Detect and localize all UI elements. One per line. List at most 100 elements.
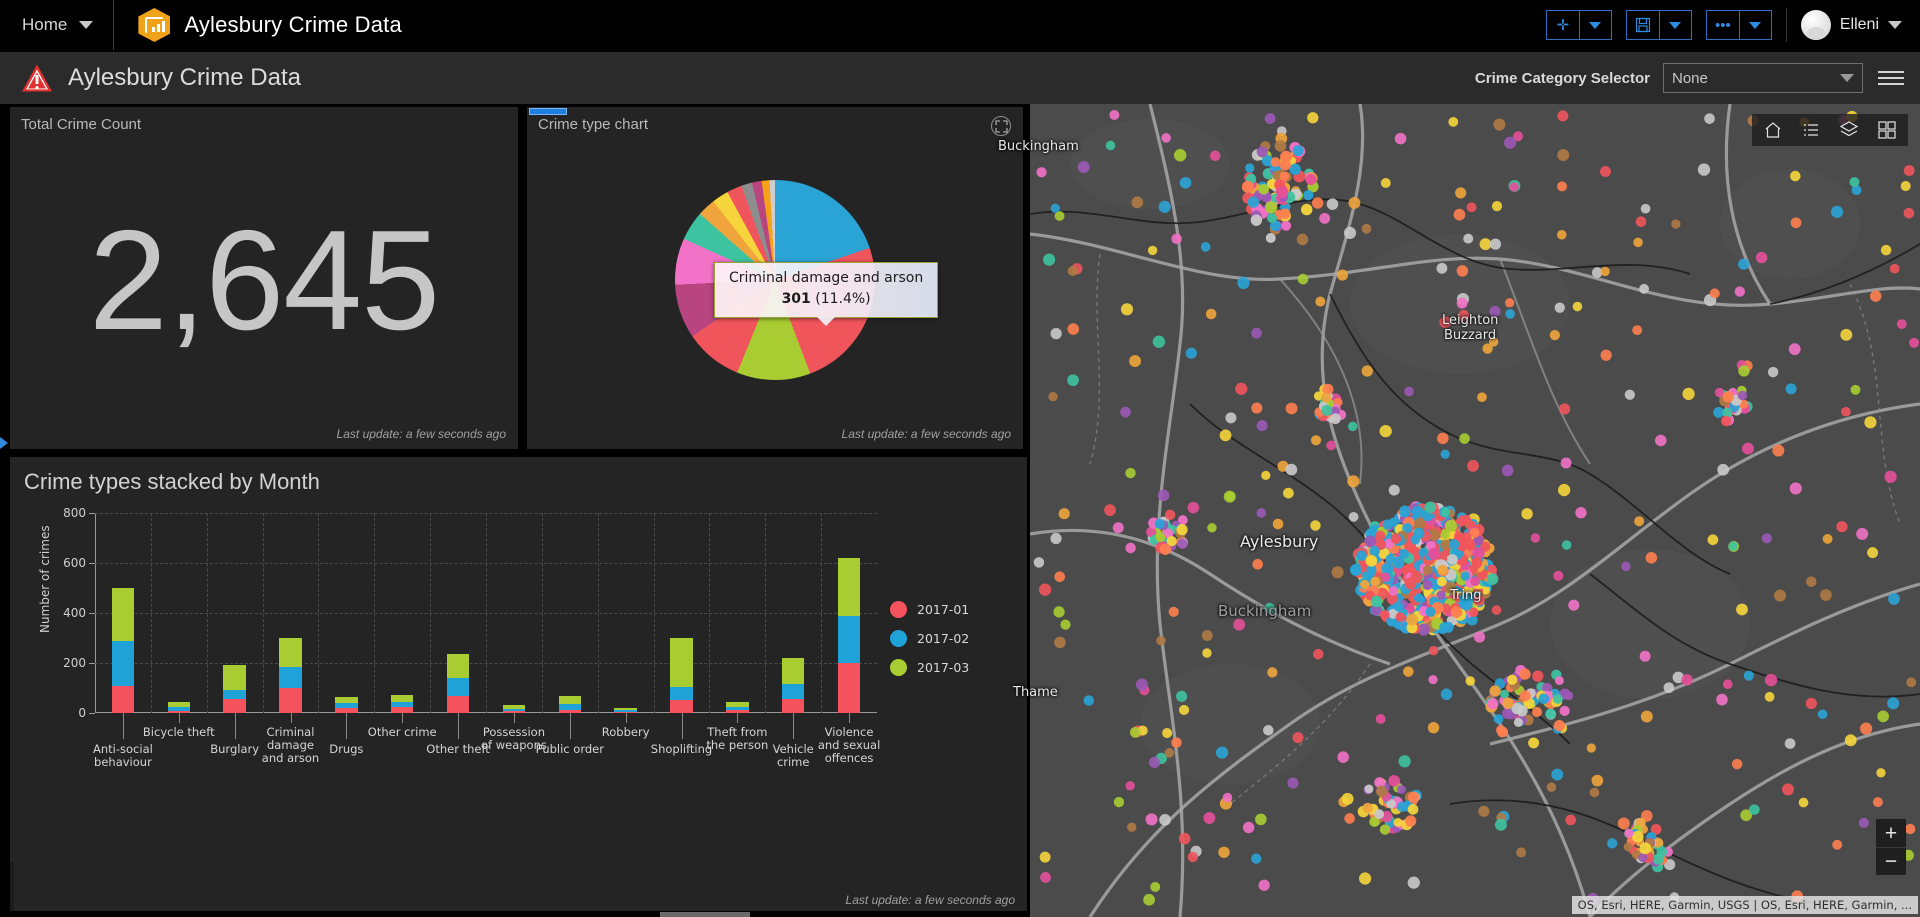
- bar-segment[interactable]: [223, 690, 245, 699]
- map-tool-bar[interactable]: [1752, 114, 1908, 146]
- crime-category-selector[interactable]: None: [1663, 63, 1863, 93]
- x-axis-label: Robbery: [590, 726, 662, 739]
- bar-stack[interactable]: [168, 702, 190, 713]
- user-name: Elleni: [1840, 16, 1879, 34]
- bar-stack[interactable]: [223, 665, 245, 713]
- add-button-group[interactable]: ✛: [1546, 10, 1612, 40]
- ellipsis-icon[interactable]: •••: [1707, 11, 1739, 39]
- total-crime-count-panel[interactable]: Total Crime Count 2,645 Last update: a f…: [10, 107, 518, 449]
- bar-segment[interactable]: [112, 588, 134, 641]
- gridline: [207, 513, 208, 713]
- bar-segment[interactable]: [223, 665, 245, 690]
- legend-item[interactable]: 2017-02: [890, 630, 969, 647]
- legend-item[interactable]: 2017-03: [890, 659, 969, 676]
- bar-stack[interactable]: [726, 702, 748, 713]
- legend-color-dot: [890, 601, 907, 618]
- plus-icon[interactable]: ✛: [1547, 11, 1579, 39]
- save-dropdown-button[interactable]: [1659, 11, 1691, 39]
- bar-segment[interactable]: [112, 641, 134, 686]
- pie-tooltip-value: 301 (11.4%): [729, 291, 923, 307]
- panel-selection-handle[interactable]: [529, 108, 567, 115]
- bar-stack[interactable]: [670, 638, 692, 713]
- y-axis-tick: 400: [63, 606, 95, 620]
- bar-segment[interactable]: [838, 558, 860, 616]
- gridline: [430, 513, 431, 713]
- map-attribution: OS, Esri, HERE, Garmin, USGS | OS, Esri,…: [1572, 896, 1918, 914]
- bar-segment[interactable]: [447, 678, 469, 696]
- crime-types-stacked-title: Crime types stacked by Month: [10, 457, 1027, 495]
- layers-icon[interactable]: [1839, 120, 1859, 140]
- bar-segment[interactable]: [670, 687, 692, 700]
- bar-segment[interactable]: [782, 684, 804, 700]
- bottom-strip: [0, 911, 1027, 917]
- scrollbar-thumb[interactable]: [660, 912, 750, 917]
- bar-stack[interactable]: [838, 558, 860, 713]
- bar-segment[interactable]: [782, 658, 804, 684]
- home-icon[interactable]: [1763, 120, 1783, 140]
- map-place-label: Buckingham: [1218, 602, 1311, 620]
- home-menu-button[interactable]: Home: [0, 0, 113, 50]
- bar-stack[interactable]: [559, 696, 581, 714]
- bar-segment[interactable]: [223, 699, 245, 713]
- map-zoom-controls[interactable]: + −: [1876, 819, 1906, 875]
- map-place-label: Thame: [1013, 685, 1058, 700]
- appbar-actions: ✛ ••• Elleni: [1546, 0, 1920, 50]
- bar-stack[interactable]: [782, 658, 804, 714]
- legend-label: 2017-02: [917, 631, 969, 646]
- legend-color-dot: [890, 659, 907, 676]
- bar-segment[interactable]: [670, 700, 692, 713]
- bar-segment[interactable]: [279, 688, 301, 713]
- app-title-group: Aylesbury Crime Data: [114, 8, 402, 42]
- legend-item[interactable]: 2017-01: [890, 601, 969, 618]
- bar-stack[interactable]: [391, 695, 413, 713]
- gridline: [821, 513, 822, 713]
- bar-segment[interactable]: [279, 667, 301, 689]
- gridline: [598, 513, 599, 713]
- x-axis-tick: [570, 713, 571, 739]
- expand-arrows-icon[interactable]: [991, 116, 1011, 136]
- bar-segment[interactable]: [838, 616, 860, 663]
- x-axis-tick: [402, 713, 403, 723]
- legend-label: 2017-03: [917, 660, 969, 675]
- more-button-group[interactable]: •••: [1706, 10, 1772, 40]
- total-crime-count-last-update: Last update: a few seconds ago: [337, 427, 506, 441]
- map-panel[interactable]: + − OS, Esri, HERE, Garmin, USGS | OS, E…: [1030, 104, 1920, 917]
- crime-types-stacked-panel[interactable]: Crime types stacked by Month Number of c…: [10, 457, 1027, 915]
- bar-stack[interactable]: [447, 654, 469, 713]
- user-menu-button[interactable]: Elleni: [1801, 10, 1902, 40]
- stacked-bar-chart[interactable]: Number of crimes 0200400600800Anti-socia…: [10, 503, 1027, 891]
- map-place-label: Buzzard: [1444, 328, 1496, 343]
- bar-segment[interactable]: [559, 696, 581, 704]
- bar-stack[interactable]: [335, 697, 357, 714]
- bar-stack[interactable]: [112, 588, 134, 713]
- pie-tooltip: Criminal damage and arson 301 (11.4%): [714, 262, 938, 318]
- bar-stack[interactable]: [279, 638, 301, 713]
- expand-drawer-arrow-icon[interactable]: [0, 437, 8, 449]
- bar-segment[interactable]: [279, 638, 301, 667]
- more-dropdown-button[interactable]: [1739, 11, 1771, 39]
- bar-segment[interactable]: [112, 686, 134, 714]
- bar-stack[interactable]: [503, 705, 525, 714]
- zoom-in-button[interactable]: +: [1876, 819, 1906, 847]
- bar-segment[interactable]: [838, 663, 860, 713]
- x-axis-tick: [737, 713, 738, 723]
- hamburger-menu-icon[interactable]: [1876, 67, 1906, 89]
- x-axis-tick: [179, 713, 180, 723]
- zoom-out-button[interactable]: −: [1876, 847, 1906, 875]
- bar-segment[interactable]: [782, 699, 804, 713]
- x-axis-tick: [793, 713, 794, 739]
- basemap-grid-icon[interactable]: [1877, 120, 1897, 140]
- map-place-label: Leighton: [1442, 313, 1498, 328]
- legend-list-icon[interactable]: [1801, 120, 1821, 140]
- gridline: [263, 513, 264, 713]
- left-column: Total Crime Count 2,645 Last update: a f…: [0, 104, 1027, 917]
- crime-types-stacked-last-update: Last update: a few seconds ago: [846, 893, 1015, 907]
- save-button-group[interactable]: [1626, 10, 1692, 40]
- add-dropdown-button[interactable]: [1579, 11, 1611, 39]
- bar-segment[interactable]: [447, 696, 469, 713]
- save-icon[interactable]: [1627, 11, 1659, 39]
- map-canvas[interactable]: [1030, 104, 1920, 917]
- x-axis-label: Violence and sexual offences: [813, 726, 885, 765]
- bar-segment[interactable]: [670, 638, 692, 687]
- bar-segment[interactable]: [447, 654, 469, 678]
